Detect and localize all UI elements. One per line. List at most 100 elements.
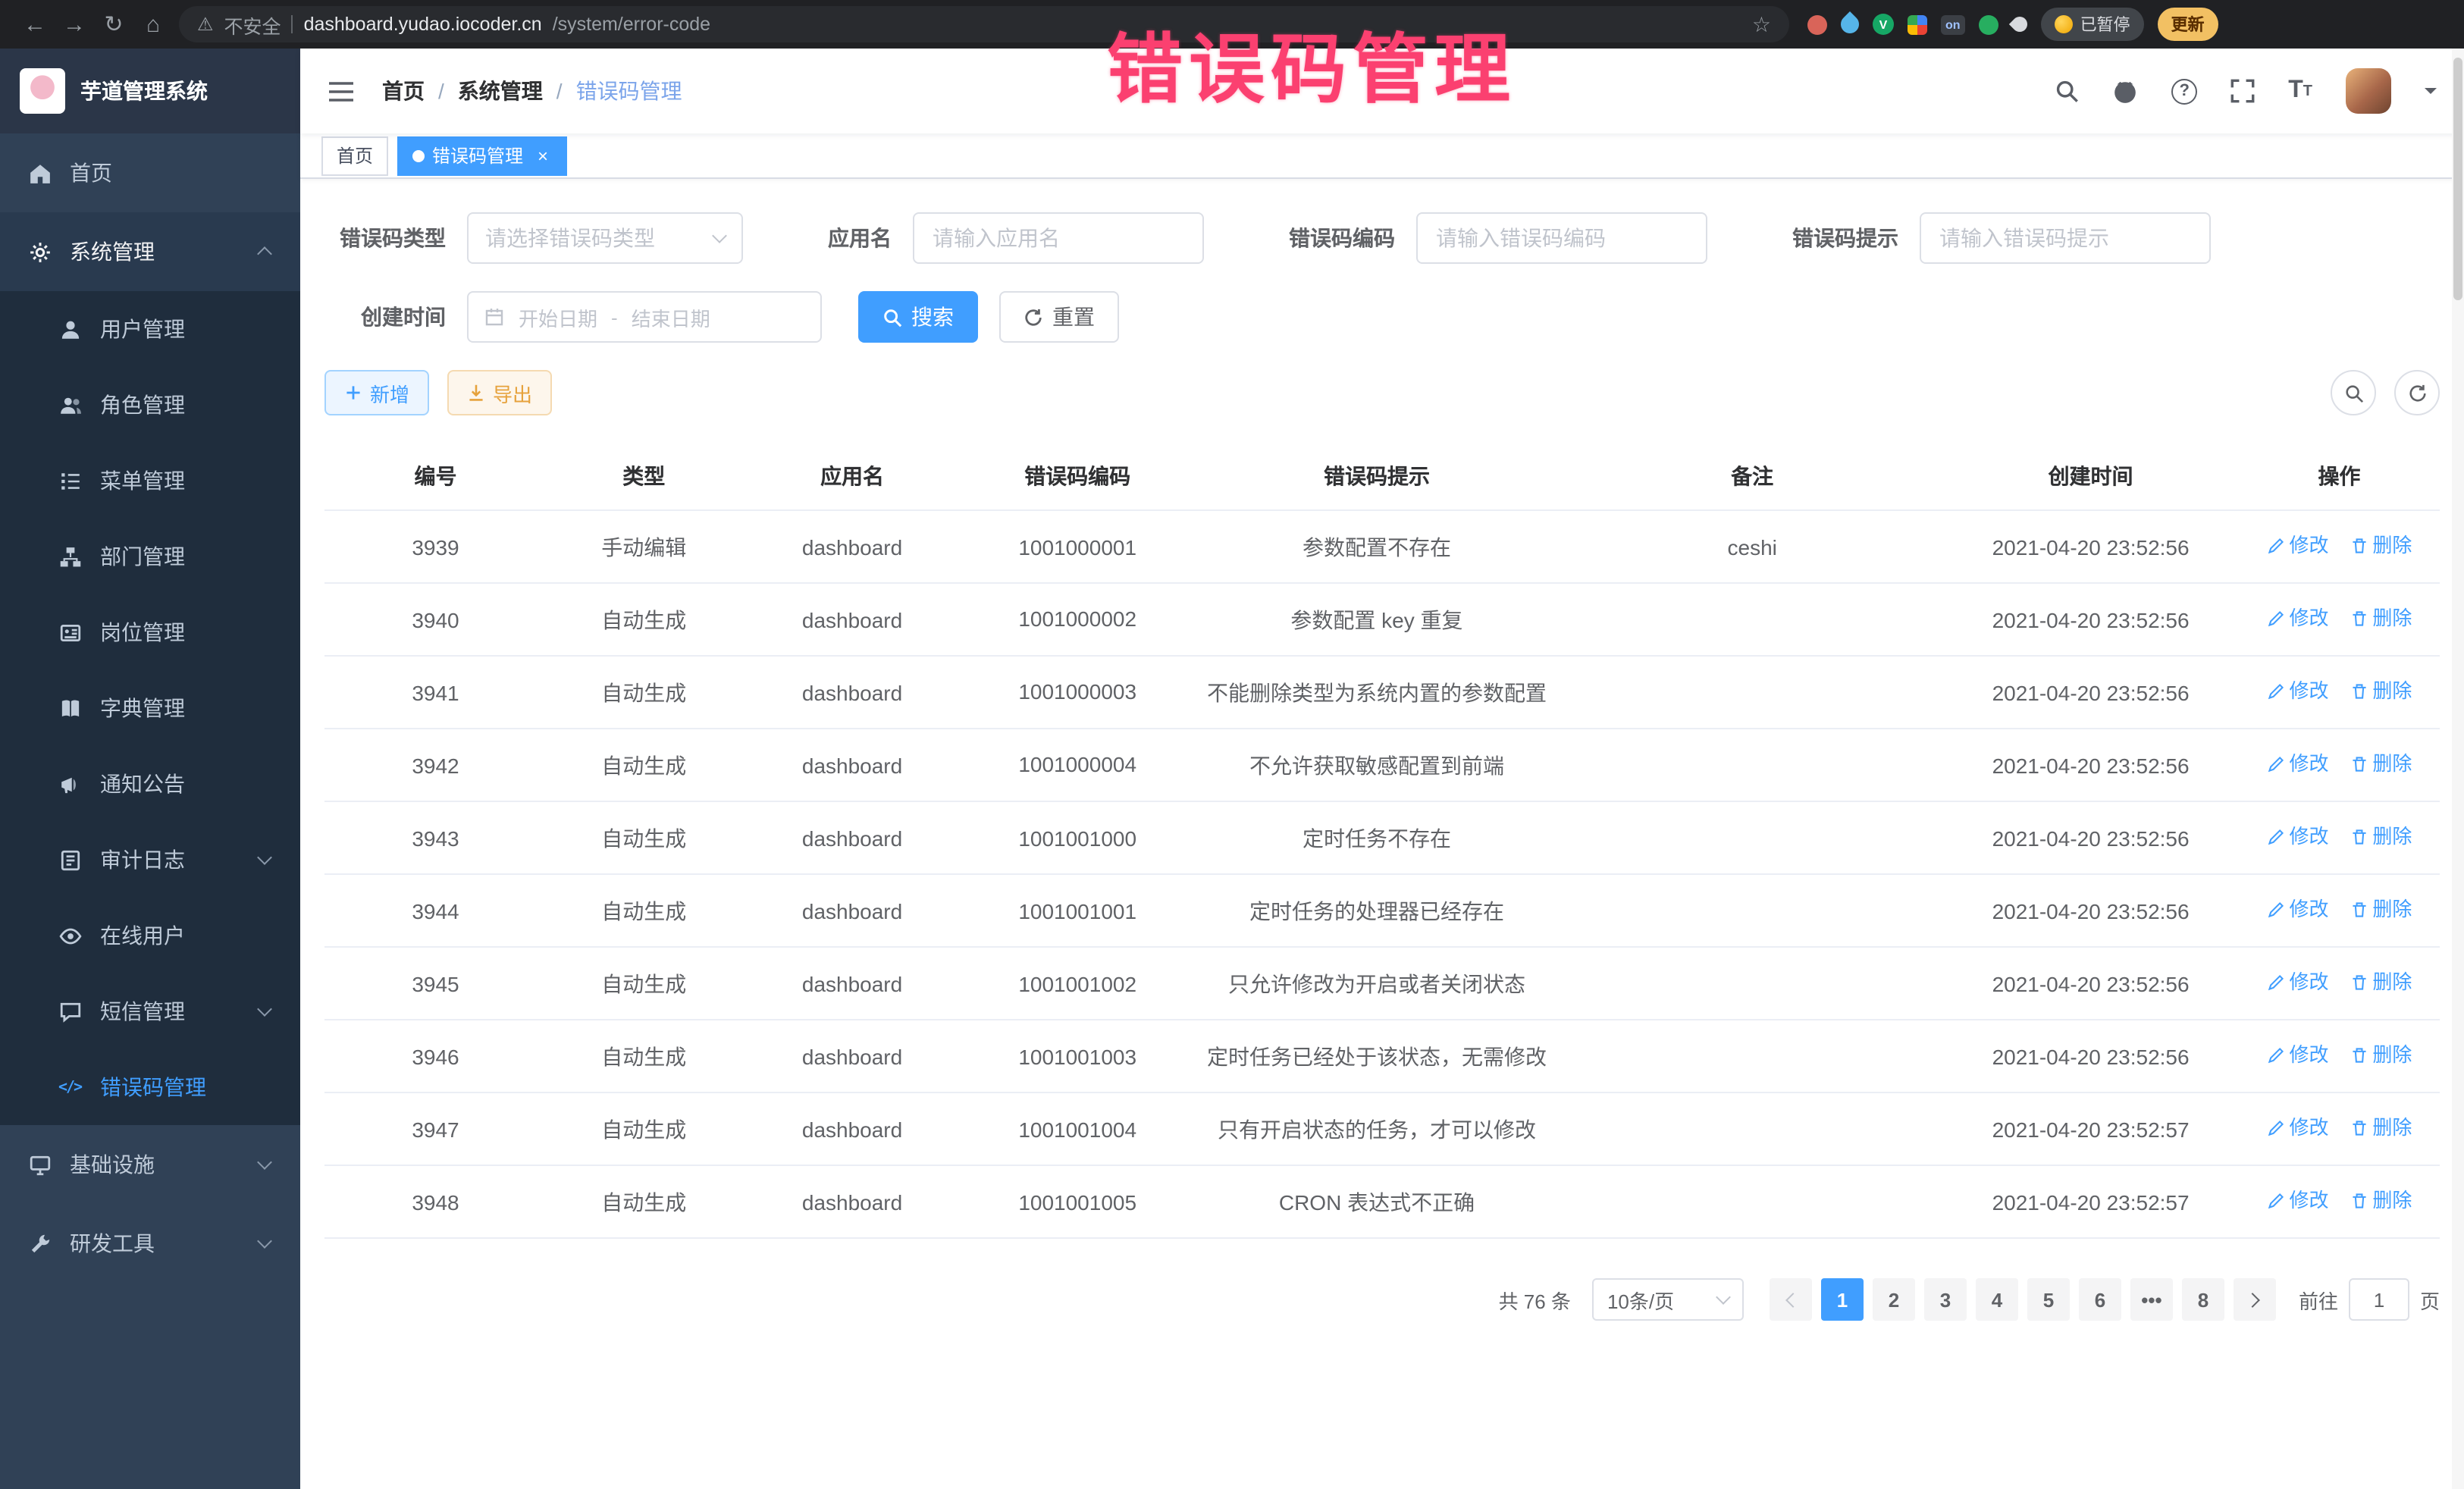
delete-button[interactable]: 删除	[2350, 822, 2412, 852]
sidebar-item-dicts[interactable]: 字典管理	[0, 670, 300, 746]
address-bar[interactable]: ⚠ 不安全 dashboard.yudao.iocoder.cn/system/…	[179, 6, 1789, 42]
delete-button[interactable]: 删除	[2350, 676, 2412, 707]
fullscreen-icon[interactable]	[2230, 79, 2255, 103]
more-pages-button[interactable]: •••	[2130, 1278, 2173, 1321]
delete-button[interactable]: 删除	[2350, 1040, 2412, 1071]
sidebar-group-infra[interactable]: 基础设施	[0, 1125, 300, 1204]
hamburger-icon[interactable]	[328, 80, 355, 102]
page-button[interactable]: 2	[1873, 1278, 1915, 1321]
delete-button[interactable]: 删除	[2350, 967, 2412, 998]
chevron-down-icon	[257, 850, 272, 865]
date-range-picker[interactable]: 开始日期 - 结束日期	[467, 291, 822, 343]
back-icon[interactable]: ←	[15, 11, 55, 37]
sidebar-item-departments[interactable]: 部门管理	[0, 519, 300, 594]
pin-icon[interactable]	[2008, 14, 2030, 35]
github-icon[interactable]	[2112, 78, 2138, 104]
extension-icon-on-badge[interactable]: on	[1941, 14, 1965, 34]
browser-home-icon[interactable]: ⌂	[133, 11, 173, 37]
error-type-select[interactable]: 请选择错误码类型	[467, 212, 743, 264]
edit-button[interactable]: 修改	[2267, 531, 2329, 561]
cell-actions: 修改 删除	[2239, 1092, 2440, 1165]
emoji-icon	[2055, 15, 2073, 33]
font-size-icon[interactable]	[2288, 77, 2312, 105]
forward-icon[interactable]: →	[55, 11, 94, 37]
delete-button[interactable]: 删除	[2350, 1186, 2412, 1216]
reload-icon[interactable]: ↻	[94, 11, 133, 38]
date-start-placeholder: 开始日期	[519, 303, 597, 331]
error-hint-input[interactable]	[1920, 212, 2211, 264]
edit-button[interactable]: 修改	[2267, 967, 2329, 998]
user-icon	[58, 318, 82, 340]
page-size-select[interactable]: 10条/页	[1592, 1278, 1744, 1321]
sidebar-item-label: 审计日志	[100, 845, 185, 875]
edit-button[interactable]: 修改	[2267, 1186, 2329, 1216]
close-icon[interactable]	[534, 145, 552, 166]
sidebar-group-devtools[interactable]: 研发工具	[0, 1204, 300, 1283]
avatar[interactable]	[2346, 68, 2391, 114]
page-button[interactable]: 3	[1924, 1278, 1967, 1321]
sidebar-item-menus[interactable]: 菜单管理	[0, 443, 300, 519]
sidebar-item-home[interactable]: 首页	[0, 133, 300, 212]
update-button[interactable]: 更新	[2158, 8, 2218, 41]
delete-button[interactable]: 删除	[2350, 531, 2412, 561]
error-code-input[interactable]	[1416, 212, 1707, 264]
edit-button[interactable]: 修改	[2267, 1113, 2329, 1143]
bookmark-star-icon[interactable]: ☆	[1752, 11, 1771, 37]
breadcrumb-system[interactable]: 系统管理	[458, 76, 543, 106]
delete-button[interactable]: 删除	[2350, 603, 2412, 634]
edit-button[interactable]: 修改	[2267, 822, 2329, 852]
delete-button[interactable]: 删除	[2350, 1113, 2412, 1143]
pagination: 共 76 条 10条/页 1 2 3 4 5 6 ••• 8 前往 页	[324, 1278, 2440, 1321]
edit-button[interactable]: 修改	[2267, 603, 2329, 634]
sidebar-group-system[interactable]: 系统管理	[0, 212, 300, 291]
breadcrumb-home[interactable]: 首页	[382, 76, 425, 106]
sidebar-item-notices[interactable]: 通知公告	[0, 746, 300, 822]
sidebar-item-roles[interactable]: 角色管理	[0, 367, 300, 443]
page-button[interactable]: 8	[2182, 1278, 2224, 1321]
edit-button[interactable]: 修改	[2267, 1040, 2329, 1071]
next-page-button[interactable]	[2234, 1278, 2276, 1321]
sidebar-item-online-users[interactable]: 在线用户	[0, 898, 300, 973]
delete-button[interactable]: 删除	[2350, 895, 2412, 925]
extension-icon-red[interactable]	[1807, 14, 1827, 34]
cell-actions: 修改 删除	[2239, 510, 2440, 583]
sidebar-item-users[interactable]: 用户管理	[0, 291, 300, 367]
extension-icon-drop[interactable]	[1837, 11, 1863, 37]
sidebar-item-error-codes[interactable]: </> 错误码管理	[0, 1049, 300, 1125]
tab-home[interactable]: 首页	[321, 136, 388, 175]
caret-down-icon[interactable]	[2425, 88, 2437, 100]
refresh-button[interactable]	[2394, 370, 2440, 415]
toggle-search-button[interactable]	[2331, 370, 2376, 415]
export-button[interactable]: 导出	[447, 370, 552, 415]
page-button[interactable]: 4	[1976, 1278, 2018, 1321]
sidebar-item-sms[interactable]: 短信管理	[0, 973, 300, 1049]
not-secure-label[interactable]: 不安全	[224, 10, 281, 39]
paused-badge[interactable]: 已暂停	[2041, 8, 2144, 41]
reset-button[interactable]: 重置	[999, 291, 1119, 343]
cell-code: 1001000003	[964, 656, 1192, 729]
delete-button[interactable]: 删除	[2350, 749, 2412, 779]
edit-button[interactable]: 修改	[2267, 676, 2329, 707]
extension-icon-green[interactable]	[1979, 14, 1998, 34]
extension-icon-grid[interactable]	[1908, 14, 1927, 34]
sidebar-item-audit-logs[interactable]: 审计日志	[0, 822, 300, 898]
table-row: 3939 手动编辑 dashboard 1001000001 参数配置不存在 c…	[324, 510, 2440, 583]
scrollbar-thumb[interactable]	[2453, 58, 2462, 300]
prev-page-button[interactable]	[1770, 1278, 1812, 1321]
sidebar-item-posts[interactable]: 岗位管理	[0, 594, 300, 670]
app-name-input[interactable]	[913, 212, 1204, 264]
search-icon[interactable]	[2055, 79, 2079, 103]
extension-icon-v[interactable]	[1873, 14, 1894, 35]
chevron-down-icon	[257, 1002, 272, 1017]
page-button[interactable]: 6	[2079, 1278, 2121, 1321]
tab-error-codes[interactable]: 错误码管理	[397, 136, 567, 175]
add-button[interactable]: 新增	[324, 370, 429, 415]
page-button[interactable]: 1	[1821, 1278, 1864, 1321]
help-icon[interactable]	[2171, 78, 2197, 104]
goto-page-input[interactable]	[2349, 1278, 2409, 1321]
page-button[interactable]: 5	[2027, 1278, 2070, 1321]
edit-button[interactable]: 修改	[2267, 895, 2329, 925]
app-logo-row[interactable]: 芋道管理系统	[0, 49, 300, 133]
search-button[interactable]: 搜索	[858, 291, 978, 343]
edit-button[interactable]: 修改	[2267, 749, 2329, 779]
